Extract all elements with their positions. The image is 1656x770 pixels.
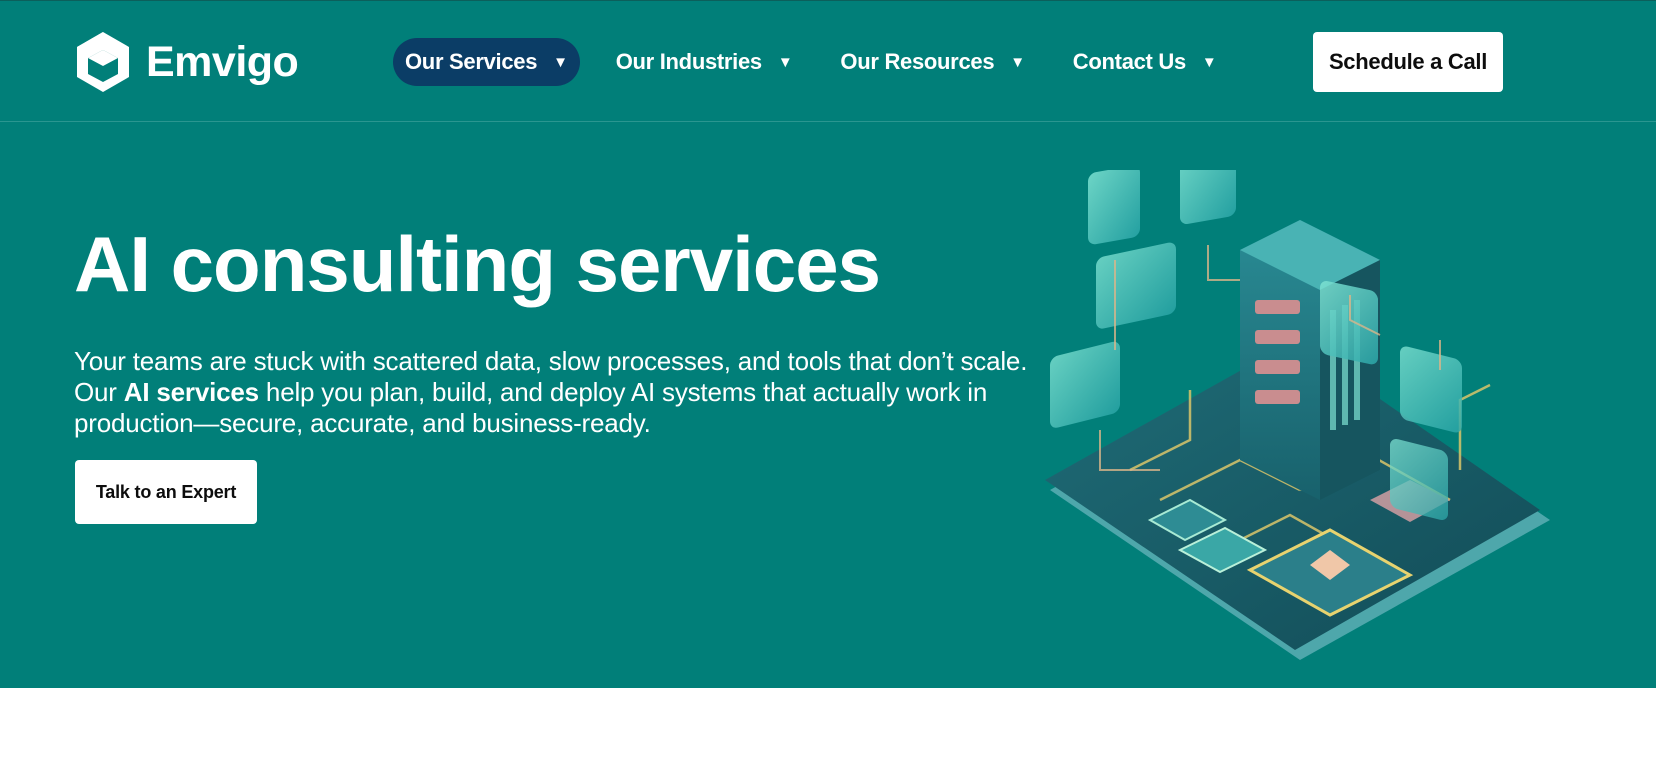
brand-logo[interactable]: Emvigo bbox=[74, 30, 299, 94]
nav-item-our-services[interactable]: Our Services ▼ bbox=[393, 38, 580, 86]
hero-description-highlight: AI services bbox=[123, 377, 259, 407]
hero-description: Your teams are stuck with scattered data… bbox=[74, 346, 1054, 439]
caret-down-icon: ▼ bbox=[553, 53, 568, 71]
nav-item-our-industries[interactable]: Our Industries ▼ bbox=[604, 38, 805, 86]
nav-item-label: Contact Us bbox=[1072, 49, 1186, 74]
talk-to-expert-button[interactable]: Talk to an Expert bbox=[75, 460, 257, 524]
nav-item-contact-us[interactable]: Contact Us ▼ bbox=[1061, 38, 1229, 86]
caret-down-icon: ▼ bbox=[1010, 53, 1025, 71]
schedule-call-button[interactable]: Schedule a Call bbox=[1313, 32, 1503, 92]
content-below-hero bbox=[0, 688, 1656, 770]
isometric-ai-server-illustration bbox=[1045, 170, 1550, 660]
caret-down-icon: ▼ bbox=[777, 53, 793, 71]
caret-down-icon: ▼ bbox=[1201, 53, 1217, 71]
nav-item-label: Our Industries bbox=[615, 49, 762, 74]
brand-name: Emvigo bbox=[146, 37, 299, 86]
nav-item-label: Our Services bbox=[405, 49, 538, 74]
hero-section: AI consulting services Your teams are st… bbox=[0, 122, 1656, 688]
nav-item-our-resources[interactable]: Our Resources ▼ bbox=[828, 38, 1036, 86]
main-nav: Our Services ▼ Our Industries ▼ Our Reso… bbox=[393, 37, 1252, 87]
hero-title: AI consulting services bbox=[74, 220, 881, 308]
site-header: Emvigo Our Services ▼ Our Industries ▼ O… bbox=[0, 0, 1656, 122]
cube-logo-icon bbox=[77, 32, 129, 92]
nav-item-label: Our Resources bbox=[840, 49, 995, 74]
